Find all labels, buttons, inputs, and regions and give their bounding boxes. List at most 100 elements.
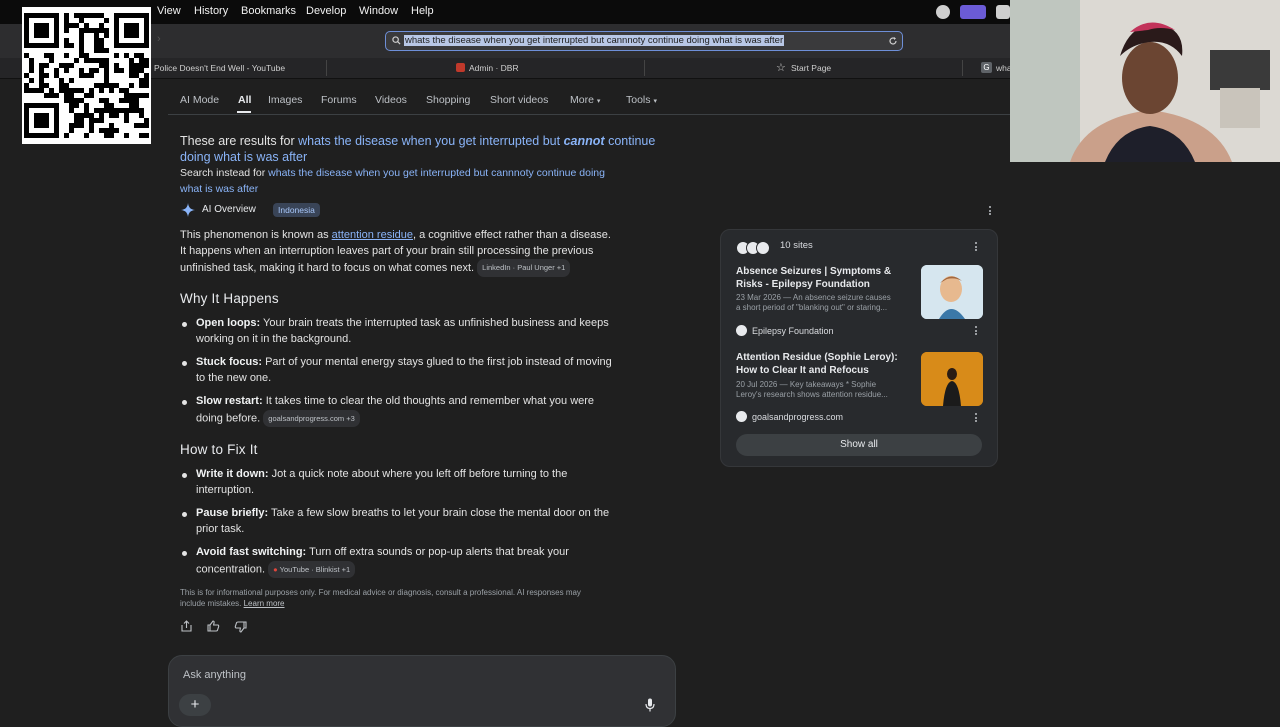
corrected-query-part1: whats the disease when you get interrupt… [298, 134, 561, 148]
ai-disclaimer: This is for informational purposes only.… [180, 587, 660, 609]
source-thumbnail-2[interactable] [921, 352, 983, 406]
source-snippet-2-line2: Leroy's research shows attention residue… [736, 390, 888, 399]
sites-count: 10 sites [780, 240, 813, 251]
fix-text-line2: interruption. [196, 483, 255, 496]
tab-youtube[interactable]: Police Doesn't End Well - YouTube [154, 58, 285, 78]
nav-more-label: More [570, 94, 594, 106]
source-snippet-1-line1: 23 Mar 2026 — An absence seizure causes [736, 293, 891, 302]
plus-icon[interactable]: + [179, 694, 211, 716]
keyboard-icon[interactable] [996, 5, 1010, 19]
source-title-1-line1: Absence Seizures | Symptoms & [736, 266, 892, 277]
menu-history[interactable]: History [194, 5, 228, 17]
more-vert-icon[interactable] [975, 242, 978, 253]
why-term: Open loops: [196, 317, 261, 329]
caret-down-icon: ▾ [653, 98, 657, 105]
more-vert-icon[interactable] [975, 413, 978, 424]
original-query-line2: what is was after [180, 183, 259, 195]
menu-view[interactable]: View [157, 5, 181, 17]
intro-line3: unfinished task, making it hard to focus… [180, 261, 475, 274]
ask-input[interactable]: Ask anything [183, 669, 246, 681]
attention-residue-link[interactable]: attention residue [332, 229, 413, 241]
menu-develop[interactable]: Develop [306, 5, 346, 17]
ai-overview-title: AI Overview [202, 204, 256, 215]
source-chip-youtube-label: YouTube · Blinkist +1 [279, 564, 351, 574]
share-icon[interactable] [181, 620, 192, 632]
menu-bookmarks[interactable]: Bookmarks [241, 5, 296, 17]
tab-start-page[interactable]: Start Page [791, 58, 831, 78]
fix-item-pause-briefly: Pause briefly: Take a few slow breaths t… [196, 506, 666, 537]
thumbs-down-icon[interactable] [234, 621, 247, 633]
learn-more-link[interactable]: Learn more [244, 599, 285, 608]
nav-images[interactable]: Images [268, 94, 302, 106]
why-item-stuck-focus: Stuck focus: Part of your mental energy … [196, 355, 666, 386]
thumbs-up-icon[interactable] [207, 620, 220, 632]
ai-overview-intro: This phenomenon is known as attention re… [180, 227, 670, 277]
source-thumbnail-1[interactable] [921, 265, 983, 319]
why-term: Stuck focus: [196, 356, 263, 368]
menu-window[interactable]: Window [359, 5, 398, 17]
nav-short-videos[interactable]: Short videos [490, 94, 548, 106]
source-name-2[interactable]: goalsandprogress.com [752, 412, 843, 422]
forward-icon[interactable]: › [157, 33, 161, 45]
nav-forums[interactable]: Forums [321, 94, 357, 106]
source-snippet-2-line1: 20 Jul 2026 — Key takeaways * Sophie [736, 380, 877, 389]
mic-icon[interactable] [645, 698, 655, 712]
original-query-line1: whats the disease when you get interrupt… [268, 167, 605, 179]
fix-text-line1: Turn off extra sounds or pop-up alerts t… [309, 546, 569, 558]
nav-all[interactable]: All [238, 94, 251, 106]
address-bar-text[interactable]: whats the disease when you get interrupt… [404, 35, 785, 46]
nav-ai-mode[interactable]: AI Mode [180, 94, 219, 106]
spelling-correction: These are results for whats the disease … [180, 133, 680, 165]
why-item-slow-restart: Slow restart: It takes time to clear the… [196, 394, 666, 427]
source-title-2[interactable]: Attention Residue (Sophie Leroy): How to… [736, 352, 911, 377]
ask-box[interactable]: Ask anything + [168, 655, 676, 727]
menu-help[interactable]: Help [411, 5, 434, 17]
address-bar[interactable]: whats the disease when you get interrupt… [385, 31, 903, 51]
more-vert-icon[interactable] [975, 326, 978, 337]
source-chip-goalsandprogress[interactable]: goalsandprogress.com +3 [263, 409, 360, 427]
results-for-label: These are results for [180, 134, 295, 148]
google-favicon-icon: G [981, 62, 992, 73]
source-name-1[interactable]: Epilepsy Foundation [752, 326, 834, 336]
nav-tools[interactable]: Tools ▾ [626, 94, 657, 106]
tab-divider [962, 60, 963, 76]
source-snippet-2: 20 Jul 2026 — Key takeaways * Sophie Ler… [736, 380, 916, 400]
corrected-word: cannot [563, 134, 605, 148]
source-chip-youtube[interactable]: ● YouTube · Blinkist +1 [268, 560, 356, 578]
intro-after: , a cognitive effect rather than a disea… [413, 229, 611, 241]
nav-active-indicator [237, 111, 251, 113]
nav-videos[interactable]: Videos [375, 94, 407, 106]
disclaimer-line1: This is for informational purposes only.… [180, 588, 581, 597]
source-title-1[interactable]: Absence Seizures | Symptoms & Risks - Ep… [736, 266, 911, 291]
tab-admin-dbr[interactable]: Admin · DBR [469, 58, 519, 78]
screen-share-icon[interactable] [960, 5, 986, 19]
goalsandprogress-favicon-icon [736, 411, 747, 422]
site-favicon-icon [756, 241, 770, 255]
fix-text-line2: prior task. [196, 522, 245, 535]
search-instead: Search instead for whats the disease whe… [180, 165, 660, 197]
why-text-line2: working on it in the background. [196, 332, 352, 345]
status-app-icon[interactable] [936, 5, 950, 19]
intro-line2: It happens when an interruption leaves p… [180, 245, 594, 257]
fix-text-line1: Take a few slow breaths to let your brai… [271, 507, 610, 519]
show-all-button[interactable]: Show all [736, 434, 982, 456]
dbr-favicon-icon [456, 63, 465, 72]
fix-term: Avoid fast switching: [196, 546, 307, 558]
nav-more[interactable]: More ▾ [570, 94, 600, 106]
tab-divider [326, 60, 327, 76]
why-text-line1: Part of your mental energy stays glued t… [265, 356, 612, 368]
why-term: Slow restart: [196, 395, 263, 407]
fix-item-write-it-down: Write it down: Jot a quick note about wh… [196, 467, 666, 498]
ai-overview-badge[interactable]: Indonesia [273, 203, 320, 217]
caret-down-icon: ▾ [596, 98, 601, 105]
source-chip-linkedin[interactable]: LinkedIn · Paul Unger +1 [477, 259, 571, 277]
sources-card: 10 sites Absence Seizures | Symptoms & R… [720, 229, 998, 467]
bullet-dot [182, 361, 187, 366]
more-vert-icon[interactable] [989, 206, 992, 217]
search-icon [392, 36, 401, 45]
nav-shopping[interactable]: Shopping [426, 94, 470, 106]
source-title-2-line1: Attention Residue (Sophie Leroy): [736, 352, 898, 363]
fix-heading: How to Fix It [180, 442, 258, 457]
reload-icon[interactable] [888, 36, 898, 46]
nav-divider [168, 114, 1010, 115]
